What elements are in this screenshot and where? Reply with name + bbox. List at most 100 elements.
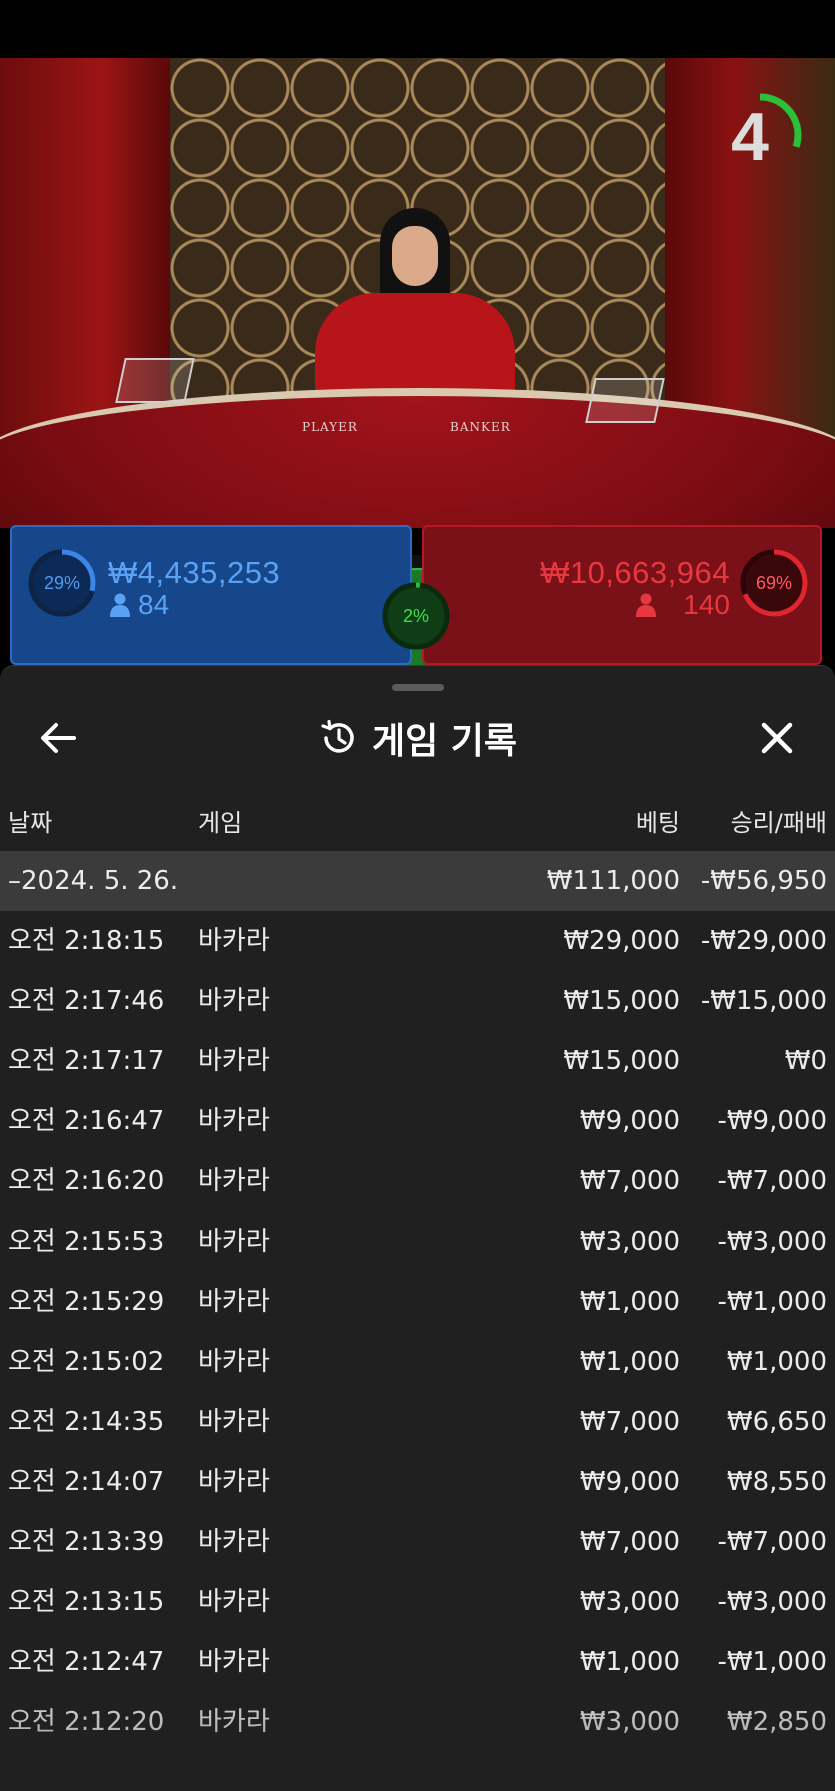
table-row[interactable]: 오전 2:13:15 바카라 ₩3,000 -₩3,000 xyxy=(0,1572,835,1632)
player-bet-amount: ₩4,435,253 xyxy=(108,555,281,590)
table-row[interactable]: 오전 2:18:15 바카라 ₩29,000 -₩29,000 xyxy=(0,911,835,971)
table-row[interactable]: 오전 2:13:39 바카라 ₩7,000 -₩7,000 xyxy=(0,1512,835,1572)
row-time: 오전 2:17:46 xyxy=(8,986,165,1017)
table-row[interactable]: 오전 2:14:07 바카라 ₩9,000 ₩8,550 xyxy=(0,1452,835,1512)
header-bet: 베팅 xyxy=(635,809,680,837)
banker-bettor-count: 140 xyxy=(683,589,730,620)
history-icon xyxy=(321,719,354,753)
user-icon xyxy=(636,593,656,617)
row-bet: ₩7,000 xyxy=(579,1406,680,1437)
row-game: 바카라 xyxy=(198,1647,270,1678)
table-label-player: PLAYER xyxy=(302,420,358,434)
row-game: 바카라 xyxy=(198,1587,270,1618)
row-time: 오전 2:13:39 xyxy=(8,1527,165,1557)
table-row[interactable]: 오전 2:17:46 바카라 ₩15,000 -₩15,000 xyxy=(0,971,835,1031)
player-bet-box[interactable]: 29% ₩4,435,253 84 xyxy=(10,525,412,665)
row-bet: ₩3,000 xyxy=(579,1226,680,1257)
sheet-title: 게임 기록 xyxy=(371,721,517,762)
row-time: 오전 2:17:17 xyxy=(8,1046,165,1077)
banker-bet-amount: ₩10,663,964 xyxy=(540,555,730,590)
row-game: 바카라 xyxy=(198,1106,270,1137)
row-bet: ₩7,000 xyxy=(579,1527,680,1557)
banker-percent-ring: 69% xyxy=(738,547,810,619)
table-label-banker: BANKER xyxy=(450,420,511,434)
row-time: 오전 2:14:07 xyxy=(8,1466,165,1497)
row-game: 바카라 xyxy=(198,1406,270,1437)
row-result: -₩29,000 xyxy=(700,926,827,956)
row-result: -₩3,000 xyxy=(717,1587,827,1618)
banker-bet-box[interactable]: ₩10,663,964 140 69% xyxy=(422,525,822,665)
row-result: -₩1,000 xyxy=(717,1286,827,1317)
table-row[interactable]: 오전 2:17:17 바카라 ₩15,000 ₩0 xyxy=(0,1031,835,1091)
row-bet: ₩1,000 xyxy=(579,1286,680,1317)
row-bet: ₩15,000 xyxy=(563,986,680,1017)
table-row[interactable]: 오전 2:15:53 바카라 ₩3,000 -₩3,000 xyxy=(0,1212,835,1272)
player-bettor-count: 84 xyxy=(138,589,170,620)
table-row[interactable]: 오전 2:12:47 바카라 ₩1,000 -₩1,000 xyxy=(0,1632,835,1692)
row-game: 바카라 xyxy=(198,1707,270,1738)
row-bet: ₩29,000 xyxy=(563,926,680,956)
date-summary-row[interactable]: –2024. 5. 26. ₩111,000 -₩56,950 xyxy=(0,851,835,911)
countdown-number: 4 xyxy=(731,99,769,175)
row-result: ₩0 xyxy=(784,1046,827,1077)
row-time: 오전 2:15:29 xyxy=(8,1286,165,1317)
table-row[interactable]: 오전 2:14:35 바카라 ₩7,000 ₩6,650 xyxy=(0,1392,835,1452)
game-history-sheet: 게임 기록 날짜 게임 베팅 승리/패배 –2024. 5. 26. ₩111,… xyxy=(0,665,835,1791)
row-bet: ₩1,000 xyxy=(579,1346,680,1377)
row-time: 오전 2:13:15 xyxy=(8,1587,165,1618)
row-result: ₩2,850 xyxy=(726,1707,827,1738)
row-result: -₩1,000 xyxy=(717,1647,827,1678)
row-time: 오전 2:14:35 xyxy=(8,1406,165,1437)
row-time: 오전 2:15:02 xyxy=(8,1346,165,1377)
countdown-timer: 4 xyxy=(715,90,805,180)
row-game: 바카라 xyxy=(198,1166,270,1197)
player-percent: 29% xyxy=(43,573,81,593)
summary-bet: ₩111,000 xyxy=(546,866,680,896)
row-time: 오전 2:15:53 xyxy=(8,1226,165,1257)
sheet-header: 게임 기록 xyxy=(0,708,835,768)
table-row[interactable]: 오전 2:15:02 바카라 ₩1,000 ₩1,000 xyxy=(0,1332,835,1392)
row-bet: ₩3,000 xyxy=(579,1707,680,1738)
banker-percent: 69% xyxy=(755,573,793,593)
tie-percent: 2% xyxy=(402,606,429,626)
row-game: 바카라 xyxy=(198,1046,270,1077)
baccarat-table xyxy=(0,388,835,528)
status-bar xyxy=(0,0,835,58)
row-result: -₩9,000 xyxy=(717,1106,827,1137)
row-time: 오전 2:12:20 xyxy=(8,1707,165,1738)
row-result: ₩1,000 xyxy=(726,1346,827,1377)
sheet-drag-handle[interactable] xyxy=(392,684,444,691)
row-bet: ₩1,000 xyxy=(579,1647,680,1678)
row-result: ₩6,650 xyxy=(726,1406,827,1437)
discard-tray xyxy=(585,378,665,423)
close-icon xyxy=(761,722,793,754)
row-game: 바카라 xyxy=(198,926,270,956)
user-icon xyxy=(110,593,130,617)
row-game: 바카라 xyxy=(198,1286,270,1317)
row-result: -₩15,000 xyxy=(700,986,827,1017)
row-time: 오전 2:18:15 xyxy=(8,926,165,956)
row-game: 바카라 xyxy=(198,986,270,1017)
row-bet: ₩9,000 xyxy=(579,1106,680,1137)
table-row[interactable]: 오전 2:15:29 바카라 ₩1,000 -₩1,000 xyxy=(0,1272,835,1332)
row-bet: ₩9,000 xyxy=(579,1466,680,1497)
row-result: -₩3,000 xyxy=(717,1226,827,1257)
summary-result: -₩56,950 xyxy=(700,866,827,896)
player-percent-ring: 29% xyxy=(26,547,98,619)
tie-percent-ring: 2% xyxy=(380,580,452,652)
card-shoe xyxy=(115,358,195,403)
table-row[interactable]: 오전 2:16:47 바카라 ₩9,000 -₩9,000 xyxy=(0,1091,835,1151)
row-bet: ₩15,000 xyxy=(563,1046,680,1077)
header-date: 날짜 xyxy=(8,809,53,837)
row-game: 바카라 xyxy=(198,1527,270,1557)
row-time: 오전 2:16:47 xyxy=(8,1106,165,1137)
summary-date: –2024. 5. 26. xyxy=(8,866,179,896)
table-row[interactable]: 오전 2:12:20 바카라 ₩3,000 ₩2,850 xyxy=(0,1692,835,1752)
row-game: 바카라 xyxy=(198,1226,270,1257)
close-button[interactable] xyxy=(747,708,807,768)
row-bet: ₩7,000 xyxy=(579,1166,680,1197)
table-row[interactable]: 오전 2:16:20 바카라 ₩7,000 -₩7,000 xyxy=(0,1151,835,1211)
row-time: 오전 2:12:47 xyxy=(8,1647,165,1678)
row-bet: ₩3,000 xyxy=(579,1587,680,1618)
live-video: PLAYER BANKER xyxy=(0,58,835,528)
